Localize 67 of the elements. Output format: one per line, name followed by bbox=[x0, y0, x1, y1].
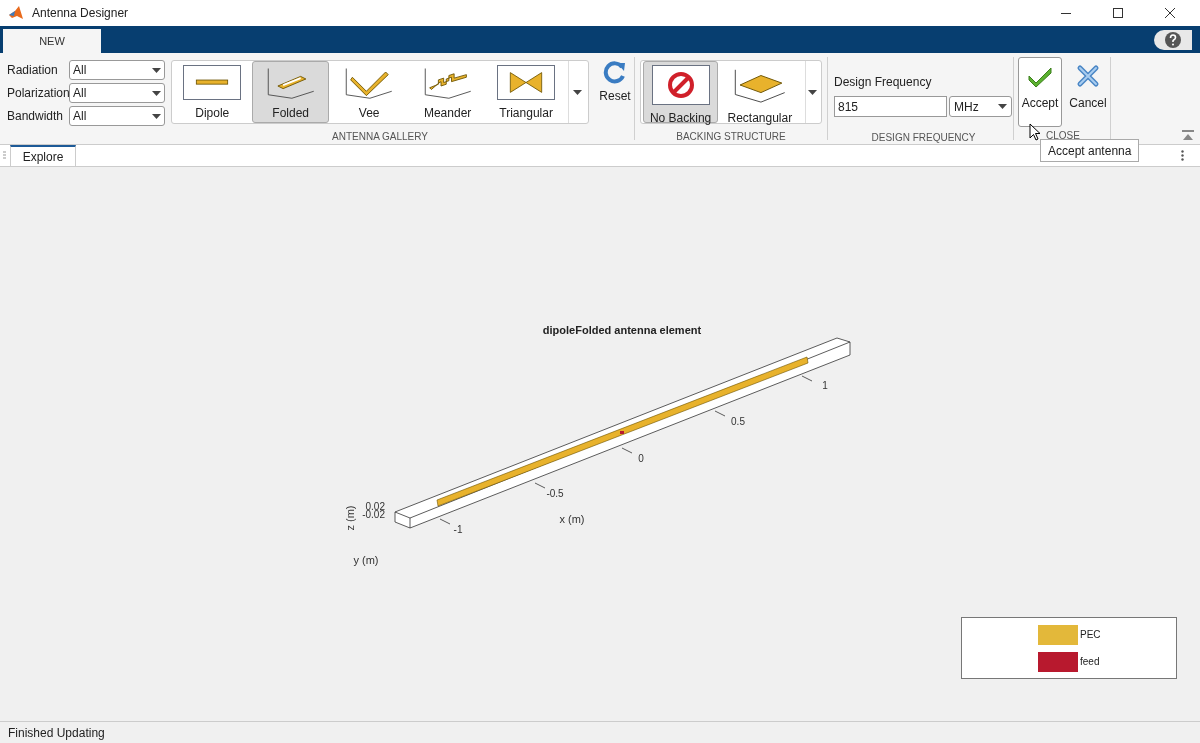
ribbon-tab[interactable]: NEW bbox=[3, 29, 101, 53]
cancel-button[interactable]: Cancel bbox=[1066, 57, 1110, 127]
section-label: DESIGN FREQUENCY bbox=[871, 131, 976, 145]
caret-icon bbox=[573, 89, 583, 95]
window-title: Antenna Designer bbox=[32, 5, 129, 22]
filter-label: Polarization bbox=[7, 85, 69, 102]
gallery-item[interactable]: Dipole bbox=[174, 61, 251, 123]
tick-label: 0 bbox=[638, 453, 644, 464]
gallery-item[interactable]: No Backing bbox=[643, 61, 719, 123]
cursor-icon bbox=[1029, 123, 1041, 141]
tick-label: -0.02 bbox=[362, 509, 385, 520]
tick-label: 0.5 bbox=[731, 416, 745, 427]
grip-icon bbox=[3, 151, 6, 160]
dropdown-value: MHz bbox=[954, 98, 979, 116]
section-label: ANTENNA GALLERY bbox=[332, 130, 428, 144]
tick-label: -1 bbox=[453, 524, 463, 535]
tick-label: 1 bbox=[822, 380, 828, 391]
prohibited-icon bbox=[666, 71, 695, 99]
filter-dropdown[interactable]: All bbox=[69, 60, 165, 80]
filter-dropdown[interactable]: All bbox=[69, 106, 165, 126]
axis-label: z (m) bbox=[344, 505, 356, 531]
tick-label: -0.5 bbox=[546, 488, 564, 499]
gallery-item[interactable]: Folded bbox=[252, 61, 329, 123]
help-icon bbox=[1165, 32, 1181, 48]
legend-label: feed bbox=[1080, 655, 1101, 669]
maximize-icon bbox=[1113, 8, 1123, 18]
help-button[interactable] bbox=[1154, 30, 1192, 50]
caret-icon bbox=[152, 113, 161, 119]
refresh-icon bbox=[603, 60, 627, 84]
dropdown-value: All bbox=[73, 85, 87, 102]
caret-icon bbox=[152, 90, 161, 96]
document-tab[interactable]: Explore bbox=[10, 145, 76, 166]
plot-title: dipoleFolded antenna element bbox=[542, 324, 702, 336]
axis-label: x (m) bbox=[559, 513, 585, 525]
feed-point bbox=[620, 431, 624, 434]
status-text: Finished Updating bbox=[8, 724, 105, 742]
gallery-item[interactable]: Rectangular bbox=[722, 61, 798, 123]
legend-label: PEC bbox=[1080, 628, 1102, 642]
accept-button[interactable]: Accept bbox=[1018, 57, 1062, 127]
axis-label: y (m) bbox=[353, 554, 379, 566]
gallery-item[interactable]: Vee bbox=[330, 61, 408, 123]
caret-icon bbox=[152, 67, 161, 73]
filter-dropdown[interactable]: All bbox=[69, 83, 165, 103]
filter-label: Bandwidth bbox=[7, 108, 65, 125]
bowtie-icon bbox=[497, 65, 556, 100]
field-label: Design Frequency bbox=[834, 74, 933, 91]
caret-icon bbox=[998, 104, 1007, 109]
section-label: BACKING STRUCTURE bbox=[676, 130, 786, 144]
close-icon bbox=[1165, 8, 1175, 18]
tooltip: Accept antenna bbox=[1040, 139, 1140, 162]
caret-icon bbox=[808, 89, 818, 95]
frequency-field[interactable]: 815 bbox=[834, 96, 947, 117]
dipole-icon bbox=[183, 65, 242, 100]
gallery-more-button[interactable] bbox=[805, 61, 819, 123]
reset-button[interactable]: Reset bbox=[598, 53, 632, 108]
app-logo-icon bbox=[8, 5, 24, 21]
more-options-icon bbox=[1181, 150, 1184, 161]
dropdown-value: All bbox=[73, 108, 87, 125]
tick-label: 0.02 bbox=[365, 501, 385, 512]
filter-label: Radiation bbox=[7, 62, 59, 79]
gallery-item[interactable]: Triangular bbox=[487, 61, 565, 123]
collapse-icon bbox=[1182, 130, 1194, 140]
close-icon bbox=[1076, 64, 1100, 88]
dropdown-value: All bbox=[73, 62, 87, 79]
unit-dropdown[interactable]: MHz bbox=[949, 96, 1012, 117]
minimize-icon bbox=[1061, 12, 1071, 14]
gallery-item[interactable]: Meander bbox=[409, 61, 486, 123]
